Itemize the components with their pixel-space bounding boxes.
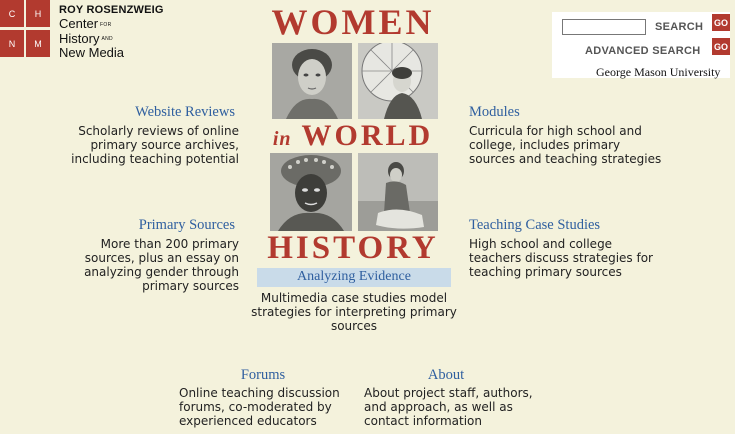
about-line: contact information (364, 414, 482, 428)
about-description: About project staff, authors, and approa… (364, 386, 549, 428)
logo-letter-h: H (26, 0, 50, 27)
about-link[interactable]: About (396, 367, 496, 384)
logo-line-2-small: FOR (100, 21, 112, 28)
primary-sources-line: sources, plus an essay on (84, 251, 239, 265)
logo-line-2-text: Center (59, 16, 99, 31)
chnm-logo-text[interactable]: ROY ROSENZWEIG Center FOR History AND New … (59, 3, 164, 60)
modules-line: college, includes primary (469, 138, 621, 152)
modules-description: Curricula for high school and college, i… (469, 124, 684, 166)
website-reviews-line: primary source archives, (90, 138, 239, 152)
primary-sources-description: More than 200 primary sources, plus an e… (40, 237, 239, 293)
search-label: SEARCH (655, 21, 704, 33)
teaching-case-studies-line: teaching primary sources (469, 265, 622, 279)
logo-letter-c: C (0, 0, 24, 27)
primary-sources-line: analyzing gender through (84, 265, 239, 279)
primary-sources-line: More than 200 primary (100, 237, 239, 251)
logo-line-3-small: AND (101, 36, 113, 43)
title-in-world: in WORLD (266, 118, 440, 157)
analyzing-evidence-line: sources (330, 319, 378, 333)
logo-line-3: History AND (59, 30, 164, 47)
forums-line: forums, co-moderated by (179, 400, 332, 414)
university-name[interactable]: George Mason University (596, 65, 720, 80)
title-world: WORLD (301, 119, 434, 152)
title-history: HISTORY (267, 230, 439, 266)
logo-letter-n: N (0, 30, 24, 57)
teaching-case-studies-line: teachers discuss strategies for (469, 251, 653, 265)
analyzing-evidence-line: Multimedia case studies model (260, 291, 448, 305)
logo-line-1: ROY ROSENZWEIG (59, 4, 164, 16)
website-reviews-line: Scholarly reviews of online (78, 124, 239, 138)
analyzing-evidence-link[interactable]: Analyzing Evidence (257, 269, 451, 285)
photo-woman-headdress (270, 153, 352, 231)
primary-sources-line: primary sources (142, 279, 239, 293)
website-reviews-description: Scholarly reviews of online primary sour… (40, 124, 239, 166)
primary-sources-link[interactable]: Primary Sources (60, 217, 235, 234)
photo-woman-seated (358, 153, 438, 231)
teaching-case-studies-line: High school and college (469, 237, 613, 251)
search-go-button[interactable]: GO (712, 14, 730, 31)
portrait-image (272, 43, 352, 119)
logo-line-2: Center FOR (59, 17, 164, 32)
about-line: and approach, as well as (364, 400, 513, 414)
title-in: in (272, 128, 292, 150)
teaching-case-studies-description: High school and college teachers discuss… (469, 237, 684, 279)
chnm-logo-mark[interactable]: C H N M (0, 0, 52, 58)
photo-woman-portrait (272, 43, 352, 119)
modules-line: sources and teaching strategies (469, 152, 662, 166)
website-reviews-link[interactable]: Website Reviews (60, 104, 235, 121)
logo-line-4: New Media (59, 45, 125, 61)
logo-line-3-text: History (59, 30, 100, 46)
analyzing-evidence-line: strategies for interpreting primary (251, 305, 457, 319)
parasol-image (358, 43, 438, 119)
forums-link[interactable]: Forums (213, 367, 313, 384)
website-reviews-line: including teaching potential (71, 152, 239, 166)
title-women: WOMEN (271, 2, 435, 42)
advanced-search-link[interactable]: ADVANCED SEARCH (585, 45, 701, 57)
seated-woman-image (358, 153, 438, 231)
forums-line: Online teaching discussion (179, 386, 340, 400)
teaching-case-studies-link[interactable]: Teaching Case Studies (469, 217, 669, 234)
analyzing-evidence-description: Multimedia case studies model strategies… (246, 291, 462, 333)
headdress-image (270, 153, 352, 231)
forums-description: Online teaching discussion forums, co-mo… (179, 386, 354, 428)
about-line: About project staff, authors, (364, 386, 533, 400)
forums-line: experienced educators (179, 414, 317, 428)
logo-letter-m: M (26, 30, 50, 57)
photo-woman-parasol (358, 43, 438, 119)
modules-line: Curricula for high school and (469, 124, 642, 138)
modules-link[interactable]: Modules (469, 104, 669, 121)
search-input[interactable] (562, 19, 646, 35)
advanced-search-go-button[interactable]: GO (712, 38, 730, 55)
